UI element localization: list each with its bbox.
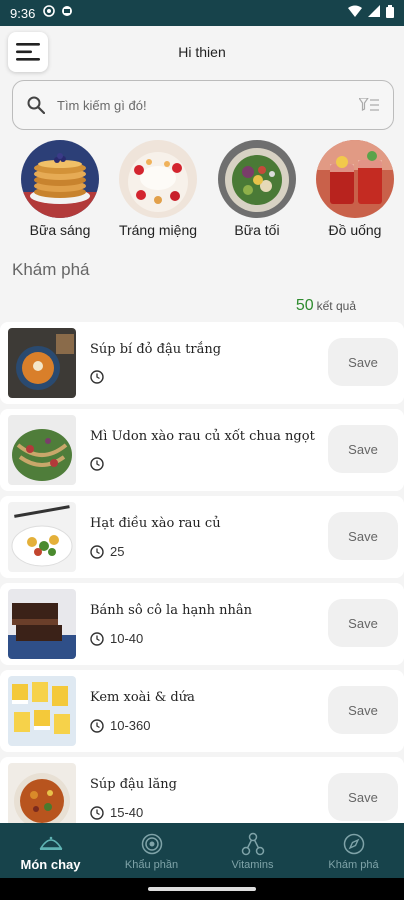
clock-icon [90, 544, 104, 559]
list-item[interactable]: Bánh sô cô la hạnh nhân 10-40 Save [0, 583, 404, 665]
nav-label: Khẩu phần [124, 858, 179, 871]
search-input[interactable] [57, 97, 359, 113]
recipe-image [8, 328, 76, 398]
category-drinks[interactable]: Đồ uống [310, 140, 400, 238]
clock-icon [90, 457, 104, 471]
save-button[interactable]: Save [328, 773, 398, 821]
recipe-title: Súp đậu lăng [90, 777, 177, 792]
category-dessert[interactable]: Tráng miệng [113, 140, 203, 238]
clock-icon [90, 631, 104, 646]
category-dinner[interactable]: Bữa tối [212, 140, 302, 238]
category-breakfast[interactable]: Bữa sáng [15, 140, 105, 238]
recipe-time-value: 10-360 [110, 718, 151, 733]
recipe-time-value: 25 [110, 544, 125, 559]
recipe-time [90, 370, 110, 384]
recipe-image [8, 676, 76, 746]
system-home-bar [0, 878, 404, 900]
target-icon [141, 833, 162, 854]
dish-icon [39, 836, 62, 850]
list-item[interactable]: Kem xoài & dứa 10-360 Save [0, 670, 404, 752]
recipe-image [8, 415, 76, 485]
status-bar: 9:36 [0, 0, 404, 26]
nav-portion[interactable]: Khẩu phần [101, 823, 202, 878]
compass-icon [343, 833, 364, 854]
save-button[interactable]: Save [328, 512, 398, 560]
nav-vegetarian[interactable]: Món chay [0, 823, 101, 878]
recipe-title: Hạt điều xào rau củ [90, 516, 221, 531]
recipe-title: Súp bí đỏ đậu trắng [90, 342, 222, 357]
nav-label: Vitamins [231, 858, 274, 871]
sim-icon [43, 5, 56, 21]
signal-icon [368, 5, 380, 21]
wifi-icon [348, 5, 362, 21]
search-icon [27, 96, 45, 114]
nav-label: Khám phá [328, 858, 379, 871]
status-time: 9:36 [10, 5, 36, 21]
category-label: Bữa tối [234, 222, 280, 238]
home-indicator[interactable] [148, 887, 256, 891]
recipe-time [90, 457, 110, 471]
category-label: Tráng miệng [118, 222, 198, 238]
recipe-image [8, 589, 76, 659]
save-button[interactable]: Save [328, 686, 398, 734]
nav-explore[interactable]: Khám phá [303, 823, 404, 878]
search-bar[interactable] [12, 80, 394, 130]
molecule-icon [241, 832, 264, 855]
greeting-text: Hi thien [178, 44, 226, 60]
recipe-time: 10-40 [90, 631, 143, 646]
recipe-time-value: 10-40 [110, 631, 144, 646]
list-item[interactable]: Hạt điều xào rau củ 25 Save [0, 496, 404, 578]
recipe-time: 15-40 [90, 805, 143, 820]
recipe-time: 25 [90, 544, 124, 559]
salad-image [218, 140, 296, 218]
category-label: Đồ uống [328, 222, 382, 238]
results-number: 50 [295, 297, 314, 314]
bottom-nav: Món chay Khẩu phần Vitamins Khám phá [0, 823, 404, 878]
battery-icon [386, 4, 394, 22]
nav-label: Món chay [20, 857, 81, 872]
results-suffix: kết quả [316, 299, 356, 313]
app-header: Hi thien [0, 26, 404, 78]
save-button[interactable]: Save [328, 599, 398, 647]
recipe-time-value: 15-40 [110, 805, 144, 820]
recipe-title: Kem xoài & dứa [90, 690, 195, 705]
nav-vitamins[interactable]: Vitamins [202, 823, 303, 878]
clock-icon [90, 805, 104, 820]
clock-icon [90, 370, 104, 384]
category-row: Bữa sáng Tráng miệng Bữa tối Đồ uống [0, 140, 404, 240]
list-item[interactable]: Súp bí đỏ đậu trắng Save [0, 322, 404, 404]
recipe-time: 10-360 [90, 718, 150, 733]
recipe-image [8, 502, 76, 572]
section-title: Khám phá [12, 260, 90, 279]
dessert-image [119, 140, 197, 218]
pancakes-image [21, 140, 99, 218]
recipe-title: Bánh sô cô la hạnh nhân [90, 603, 252, 618]
results-count: 50 kết quả [296, 297, 356, 315]
recipe-title: Mì Udon xào rau củ xốt chua ngọt [90, 429, 315, 444]
clock-icon [90, 718, 104, 733]
category-label: Bữa sáng [29, 222, 91, 238]
shield-icon [61, 5, 73, 21]
save-button[interactable]: Save [328, 425, 398, 473]
drinks-image [316, 140, 394, 218]
list-item[interactable]: Mì Udon xào rau củ xốt chua ngọt Save [0, 409, 404, 491]
save-button[interactable]: Save [328, 338, 398, 386]
filter-icon[interactable] [359, 98, 379, 112]
